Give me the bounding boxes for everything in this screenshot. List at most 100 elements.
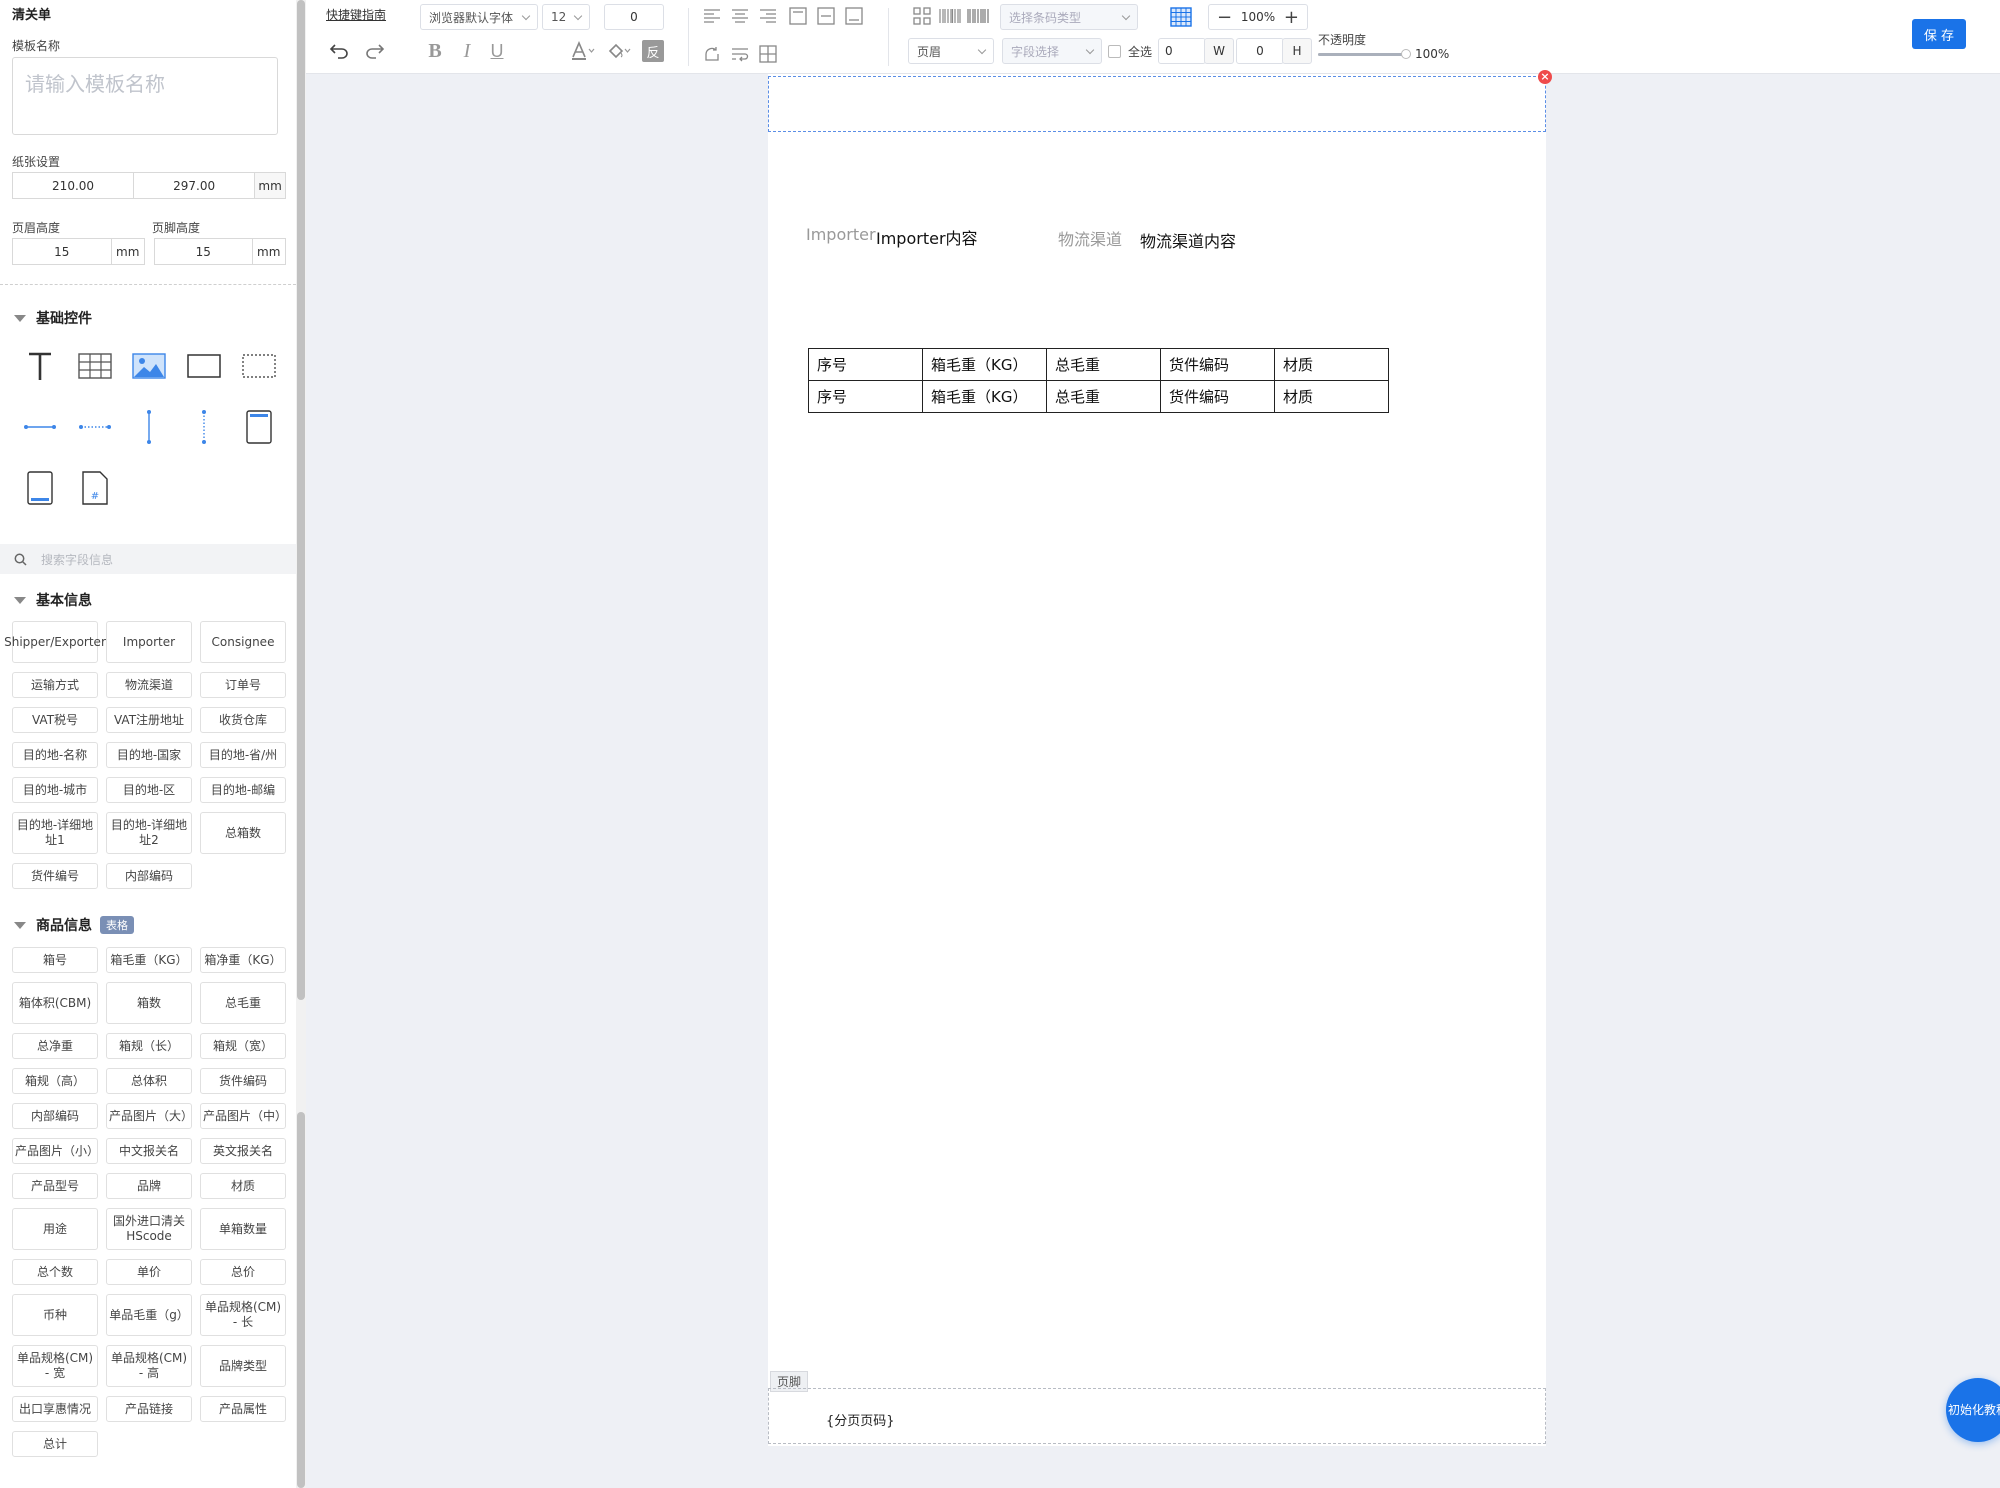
field-chip[interactable]: 单品规格(CM) - 长 <box>200 1294 286 1336</box>
horizontal-line-icon[interactable] <box>22 409 58 445</box>
rotate-icon[interactable] <box>700 42 724 66</box>
image-icon[interactable] <box>131 348 167 384</box>
field-chip[interactable]: VAT注册地址 <box>106 707 192 733</box>
valign-middle-icon[interactable] <box>814 4 838 28</box>
logistics-channel-value[interactable]: 物流渠道内容 <box>1140 228 1236 252</box>
invert-button[interactable]: 反 <box>642 40 664 62</box>
underline-icon[interactable]: U <box>484 38 510 64</box>
field-chip[interactable]: 箱体积(CBM) <box>12 982 98 1024</box>
redo-icon[interactable] <box>362 38 388 64</box>
field-chip[interactable]: 币种 <box>12 1294 98 1336</box>
logistics-channel-label[interactable]: 物流渠道 <box>1058 226 1122 250</box>
field-chip[interactable]: 货件编码 <box>200 1068 286 1094</box>
table-cell[interactable]: 总毛重 <box>1046 380 1161 413</box>
valign-bottom-icon[interactable] <box>842 4 866 28</box>
field-chip[interactable]: 目的地-详细地址2 <box>106 812 192 854</box>
field-chip[interactable]: 箱净重（KG） <box>200 947 286 973</box>
field-chip[interactable]: 品牌类型 <box>200 1345 286 1387</box>
field-chip[interactable]: 总个数 <box>12 1259 98 1285</box>
field-chip[interactable]: 目的地-国家 <box>106 742 192 768</box>
footer-height-input[interactable]: 15 <box>155 239 253 264</box>
height-input[interactable]: 0 <box>1236 38 1284 64</box>
close-icon[interactable]: × <box>1538 70 1552 84</box>
table-cell[interactable]: 货件编码 <box>1160 380 1275 413</box>
field-select[interactable]: 字段选择 <box>1002 38 1102 64</box>
field-chip[interactable]: 订单号 <box>200 672 286 698</box>
field-chip[interactable]: 产品型号 <box>12 1173 98 1199</box>
shortcut-guide-link[interactable]: 快捷键指南 <box>326 6 386 23</box>
field-chip[interactable]: 目的地-邮编 <box>200 777 286 803</box>
page-number-field[interactable]: {分页页码} <box>826 1410 895 1429</box>
vertical-dotted-line-icon[interactable] <box>186 409 222 445</box>
field-chip[interactable]: 货件编号 <box>12 863 98 889</box>
rectangle-icon[interactable] <box>186 348 222 384</box>
font-color-icon[interactable] <box>568 38 598 64</box>
field-chip[interactable]: 目的地-详细地址1 <box>12 812 98 854</box>
table-cell[interactable]: 箱毛重（KG） <box>922 380 1047 413</box>
table-icon[interactable] <box>77 348 113 384</box>
text-icon[interactable] <box>22 348 58 384</box>
field-chip[interactable]: 目的地-名称 <box>12 742 98 768</box>
barcode-alt-icon[interactable] <box>966 4 990 28</box>
sidebar-scrollbar[interactable] <box>296 0 306 1488</box>
field-chip[interactable]: 中文报关名 <box>106 1138 192 1164</box>
field-chip[interactable]: 运输方式 <box>12 672 98 698</box>
page-number-icon[interactable]: # <box>77 470 113 506</box>
field-chip[interactable]: 产品图片（大） <box>106 1103 193 1129</box>
region-select[interactable]: 页眉 <box>908 38 994 64</box>
field-chip[interactable]: 总计 <box>12 1431 98 1457</box>
vertical-line-icon[interactable] <box>131 409 167 445</box>
field-chip[interactable]: 品牌 <box>106 1173 192 1199</box>
field-chip[interactable]: 箱号 <box>12 947 98 973</box>
table-cell[interactable]: 箱毛重（KG） <box>922 348 1047 381</box>
field-chip[interactable]: 国外进口清关HScode <box>106 1208 192 1250</box>
tutorial-button[interactable]: 初始化教程 <box>1946 1378 2000 1442</box>
align-right-icon[interactable] <box>756 4 780 28</box>
table-cell[interactable]: 材质 <box>1274 380 1389 413</box>
field-chip[interactable]: 总毛重 <box>200 982 286 1024</box>
scrollbar-thumb[interactable] <box>297 0 305 1000</box>
field-chip[interactable]: 箱数 <box>106 982 192 1024</box>
field-chip[interactable]: 产品图片（小） <box>12 1138 99 1164</box>
field-chip[interactable]: 材质 <box>200 1173 286 1199</box>
opacity-slider-knob[interactable] <box>1401 49 1411 59</box>
field-chip[interactable]: 单品规格(CM) - 宽 <box>12 1345 98 1387</box>
font-size-select[interactable]: 12 <box>542 4 590 30</box>
wrap-text-icon[interactable] <box>728 42 752 66</box>
align-left-icon[interactable] <box>700 4 724 28</box>
grid-toggle-icon[interactable] <box>1168 4 1194 30</box>
align-center-icon[interactable] <box>728 4 752 28</box>
field-chip[interactable]: 产品属性 <box>200 1396 286 1422</box>
dashed-rectangle-icon[interactable] <box>241 348 277 384</box>
fill-color-icon[interactable] <box>604 38 634 64</box>
table-cell[interactable]: 总毛重 <box>1046 348 1161 381</box>
italic-icon[interactable]: I <box>454 38 480 64</box>
valign-top-icon[interactable] <box>786 4 810 28</box>
field-chip[interactable]: 箱规（高） <box>12 1068 98 1094</box>
field-chip[interactable]: 总价 <box>200 1259 286 1285</box>
field-chip[interactable]: 用途 <box>12 1208 98 1250</box>
field-chip[interactable]: Shipper/Exporter <box>4 621 106 663</box>
scrollbar-thumb-lower[interactable] <box>297 1112 305 1488</box>
field-search-input[interactable]: 搜索字段信息 <box>0 544 296 574</box>
field-chip[interactable]: 总箱数 <box>200 812 286 854</box>
opacity-slider[interactable] <box>1318 49 1411 59</box>
font-family-select[interactable]: 浏览器默认字体 <box>420 4 538 30</box>
importer-value[interactable]: Importer内容 <box>876 225 978 249</box>
field-chip[interactable]: VAT税号 <box>12 707 98 733</box>
header-height-input[interactable]: 15 <box>13 239 112 264</box>
field-chip[interactable]: 产品图片（中） <box>200 1103 287 1129</box>
select-all-checkbox[interactable] <box>1108 45 1121 58</box>
page-footer-icon[interactable] <box>22 470 58 506</box>
field-chip[interactable]: 目的地-省/州 <box>200 742 286 768</box>
field-chip[interactable]: 箱毛重（KG） <box>106 947 192 973</box>
field-chip[interactable]: 单品毛重（g） <box>106 1294 192 1336</box>
qrcode-icon[interactable] <box>910 4 934 28</box>
width-input[interactable]: 0 <box>1158 38 1206 64</box>
zoom-out-icon[interactable]: − <box>1217 7 1232 28</box>
barcode-type-select[interactable]: 选择条码类型 <box>1000 4 1138 30</box>
field-chip[interactable]: 目的地-区 <box>106 777 192 803</box>
table-cell[interactable]: 材质 <box>1274 348 1389 381</box>
field-chip[interactable]: 总体积 <box>106 1068 192 1094</box>
goods-info-header[interactable]: 商品信息 表格 <box>14 915 134 935</box>
